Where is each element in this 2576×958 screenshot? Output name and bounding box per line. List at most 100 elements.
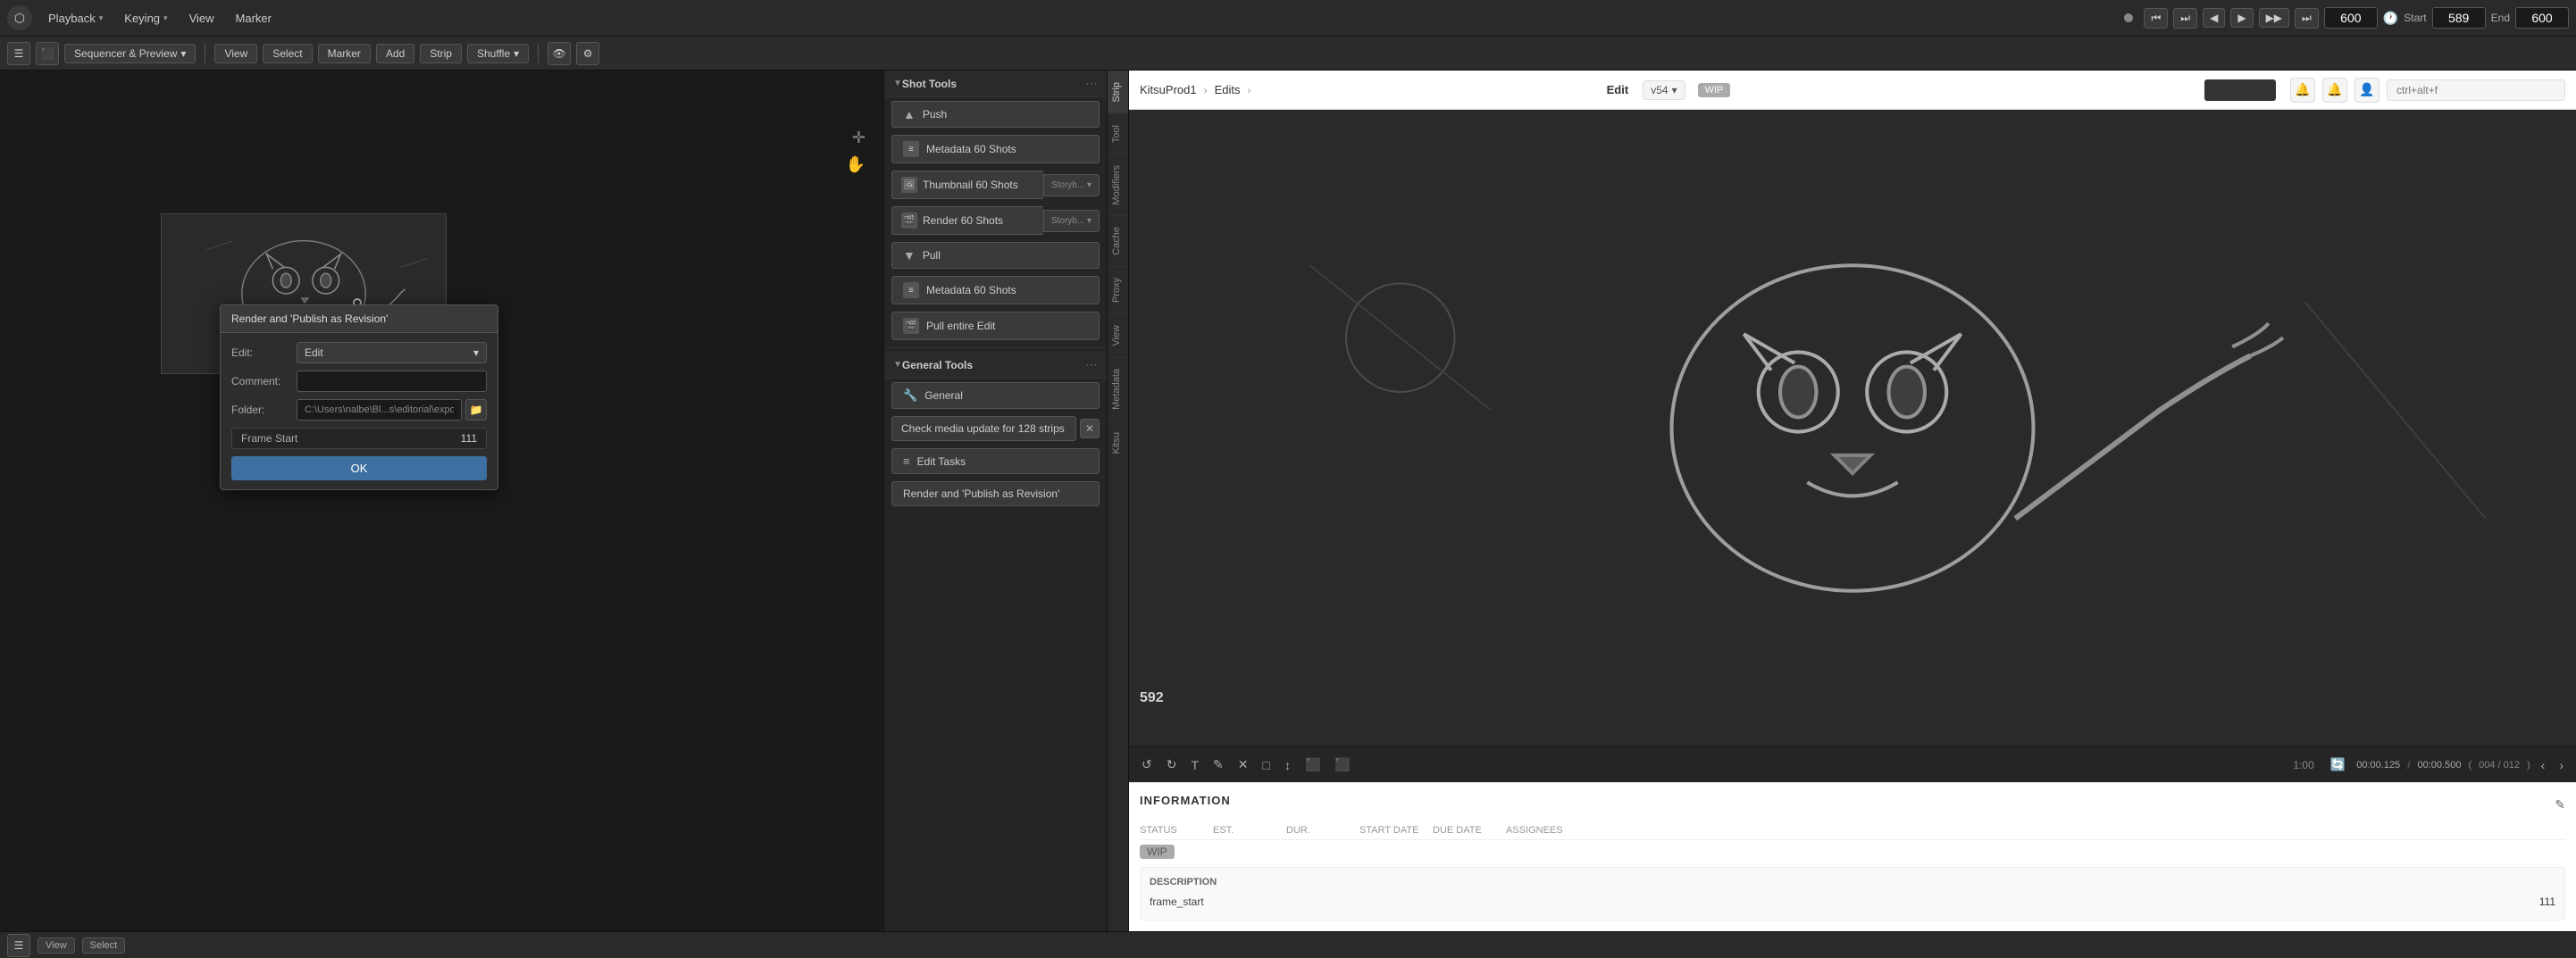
- side-tab-tool[interactable]: Tool: [1108, 113, 1128, 154]
- side-tab-cache[interactable]: Cache: [1108, 215, 1128, 266]
- preview-close-btn[interactable]: ✕: [1234, 755, 1252, 774]
- side-tab-modifiers[interactable]: Modifiers: [1108, 154, 1128, 216]
- transport-skip-end[interactable]: ⏭: [2295, 8, 2319, 29]
- menu-marker[interactable]: Marker: [227, 8, 280, 29]
- frame-start-label: Start: [2404, 12, 2426, 24]
- breadcrumb-section[interactable]: Edits: [1215, 83, 1241, 96]
- preview-text-btn[interactable]: T: [1187, 756, 1202, 774]
- transport-play[interactable]: ▶: [2230, 8, 2253, 28]
- transport-skip-start[interactable]: ⏮: [2144, 8, 2168, 29]
- kitsu-version-select[interactable]: v54 ▾: [1643, 80, 1685, 100]
- thumbnail-main-btn[interactable]: 🖼 Thumbnail 60 Shots: [891, 171, 1043, 199]
- preview-rect-btn[interactable]: □: [1259, 756, 1274, 774]
- push-btn[interactable]: ▲ Push: [891, 101, 1100, 128]
- kitsu-user-icon[interactable]: 👤: [2354, 78, 2379, 103]
- menu-playback[interactable]: Playback ▾: [39, 8, 112, 29]
- preview-toggle-btn[interactable]: ⬛: [36, 42, 59, 65]
- thumbnail-dropdown-arrow: ▾: [1087, 180, 1091, 190]
- transport-prev[interactable]: ⏭: [2173, 8, 2197, 29]
- frame-controls: ⏮ ⏭ ◀ ▶ ▶▶ ⏭ 600 🕐 Start 589 End 600: [2119, 7, 2569, 29]
- shot-tools-title: Shot Tools: [902, 78, 1082, 90]
- preview-view1-btn[interactable]: ⬛: [1301, 755, 1324, 774]
- transport-step-back[interactable]: ◀: [2203, 8, 2225, 28]
- thumbnail-dropdown-btn[interactable]: Storyb... ▾: [1043, 174, 1100, 196]
- add-menu-btn[interactable]: Add: [376, 44, 414, 63]
- menu-view[interactable]: View: [180, 8, 223, 29]
- hand-icon[interactable]: ✋: [846, 155, 866, 174]
- kitsu-search-input[interactable]: [2387, 79, 2565, 101]
- col-due-date: DUE DATE: [1433, 825, 1495, 836]
- kitsu-action-btn[interactable]: [2204, 79, 2276, 101]
- preview-undo-btn[interactable]: ↺: [1138, 755, 1156, 774]
- frame-end-display[interactable]: 600: [2515, 7, 2569, 29]
- record-indicator: [2124, 13, 2133, 22]
- media-check-close-btn[interactable]: ✕: [1080, 419, 1100, 438]
- preview-draw-btn[interactable]: ✎: [1209, 755, 1227, 774]
- shuffle-btn[interactable]: Shuffle ▾: [467, 44, 529, 63]
- pull-entire-btn[interactable]: 🎬 Pull entire Edit: [891, 312, 1100, 340]
- preview-nav-next[interactable]: ›: [2555, 756, 2567, 774]
- frame-start-display[interactable]: 589: [2432, 7, 2486, 29]
- render-main-btn[interactable]: 🎬 Render 60 Shots: [891, 206, 1043, 235]
- pull-metadata-btn[interactable]: ≡ Metadata 60 Shots: [891, 276, 1100, 304]
- dialog-comment-input[interactable]: [297, 371, 487, 392]
- sequencer-preview-btn[interactable]: Sequencer & Preview ▾: [64, 44, 196, 63]
- sequencer-viewport[interactable]: ✛ ✋: [0, 71, 883, 931]
- dialog-frame-start-row[interactable]: Frame Start 111: [231, 428, 487, 449]
- preview-resize-btn[interactable]: ↕: [1281, 756, 1294, 774]
- dialog-folder-input[interactable]: [297, 399, 462, 421]
- pull-btn[interactable]: ▼ Pull: [891, 242, 1100, 269]
- folder-browse-btn[interactable]: 📁: [465, 399, 487, 421]
- render-publish-btn[interactable]: Render and 'Publish as Revision': [891, 481, 1100, 506]
- bottom-view-btn[interactable]: View: [38, 937, 75, 954]
- metadata-push-btn[interactable]: ≡ Metadata 60 Shots: [891, 135, 1100, 163]
- top-menubar: ⬡ Playback ▾ Keying ▾ View Marker ⏮ ⏭ ◀ …: [0, 0, 2576, 37]
- dialog-ok-button[interactable]: OK: [231, 456, 487, 480]
- crosshair-icon[interactable]: ✛: [852, 129, 866, 147]
- app-menu-btn[interactable]: ☰: [7, 42, 30, 65]
- kitsu-bell-icon[interactable]: 🔔: [2322, 78, 2347, 103]
- preview-refresh-btn[interactable]: 🔄: [2327, 755, 2349, 774]
- dialog-folder-label: Folder:: [231, 404, 289, 416]
- side-tab-proxy[interactable]: Proxy: [1108, 266, 1128, 313]
- view-menu-btn[interactable]: View: [214, 44, 257, 63]
- kitsu-notify-icon[interactable]: 🔔: [2290, 78, 2315, 103]
- tools-divider: [884, 347, 1107, 348]
- side-tab-kitsu[interactable]: Kitsu: [1108, 421, 1128, 464]
- select-menu-btn[interactable]: Select: [263, 44, 312, 63]
- pull-entire-label: Pull entire Edit: [926, 320, 995, 332]
- dialog-edit-arrow: ▾: [473, 346, 479, 359]
- bottom-select-btn[interactable]: Select: [82, 937, 126, 954]
- render-dropdown-btn[interactable]: Storyb... ▾: [1043, 210, 1100, 232]
- marker-menu-btn[interactable]: Marker: [318, 44, 371, 63]
- preview-redo-btn[interactable]: ↻: [1163, 755, 1181, 774]
- app-logo[interactable]: ⬡: [7, 5, 32, 30]
- general-tools-header[interactable]: ▼ General Tools ⋯: [884, 352, 1107, 379]
- edit-tasks-btn[interactable]: ≡ Edit Tasks: [891, 448, 1100, 474]
- menu-keying[interactable]: Keying ▾: [115, 8, 176, 29]
- side-tab-metadata[interactable]: Metadata: [1108, 357, 1128, 421]
- side-tab-strip[interactable]: Strip: [1108, 71, 1128, 113]
- general-btn[interactable]: 🔧 General: [891, 382, 1100, 409]
- current-frame-display[interactable]: 600: [2324, 7, 2378, 29]
- strip-menu-btn[interactable]: Strip: [420, 44, 462, 63]
- bottom-menu-icon[interactable]: ☰: [7, 934, 30, 957]
- shot-tools-header[interactable]: ▼ Shot Tools ⋯: [884, 71, 1107, 97]
- sequencer-preview-arrow: ▾: [180, 47, 186, 60]
- general-tools-title: General Tools: [902, 359, 1082, 371]
- dialog-edit-select[interactable]: Edit ▾: [297, 342, 487, 363]
- settings-icon-btn[interactable]: ⚙: [576, 42, 599, 65]
- preview-view2-btn[interactable]: ⬛: [1331, 755, 1353, 774]
- preview-nav-prev[interactable]: ‹: [2538, 756, 2549, 774]
- preview-viewport[interactable]: 592 ↺ ↻ T ✎ ✕ □ ↕ ⬛ ⬛ 1:00 🔄 00:00.125 /…: [1129, 110, 2576, 782]
- side-tab-view[interactable]: View: [1108, 313, 1128, 357]
- render-btn-group: 🎬 Render 60 Shots Storyb... ▾: [891, 206, 1100, 235]
- breadcrumb-project[interactable]: KitsuProd1: [1140, 83, 1197, 96]
- transport-step-fwd[interactable]: ▶▶: [2259, 8, 2289, 28]
- info-edit-icon[interactable]: ✎: [2555, 797, 2565, 812]
- view-icon-btn[interactable]: 👁: [548, 42, 571, 65]
- preview-content: 592: [1129, 110, 2576, 746]
- media-check-btn[interactable]: Check media update for 128 strips: [891, 416, 1076, 441]
- push-label: Push: [923, 108, 947, 121]
- frame-start-row-label: Frame Start: [241, 432, 297, 445]
